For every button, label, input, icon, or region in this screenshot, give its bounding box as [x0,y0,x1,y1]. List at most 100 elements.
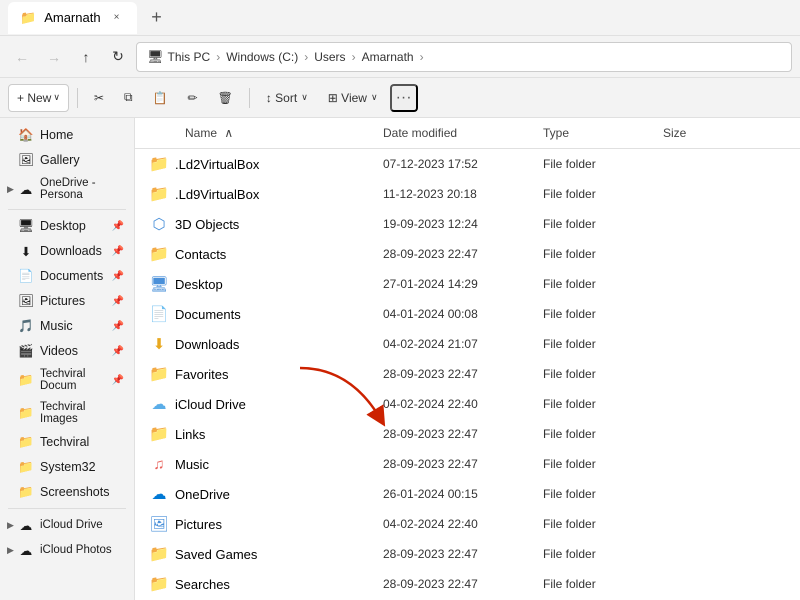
file-date: 28-09-2023 22:47 [375,424,535,444]
file-name-cell: ♫ Music [135,451,375,477]
table-row[interactable]: ☁ OneDrive 26-01-2024 00:15 File folder [135,479,800,509]
file-name: Saved Games [175,547,257,562]
sidebar-item-techviral-img[interactable]: 📁 Techviral Images [4,397,130,429]
file-date: 28-09-2023 22:47 [375,364,535,384]
file-icon: 📁 [149,184,169,204]
table-row[interactable]: 📁 .Ld2VirtualBox 07-12-2023 17:52 File f… [135,149,800,179]
pin-icon-downloads: 📌 [112,246,124,257]
table-row[interactable]: 📁 Saved Games 28-09-2023 22:47 File fold… [135,539,800,569]
desktop-icon: 🖥 [18,218,34,234]
tab[interactable]: 📁 Amarnath × [8,2,137,34]
file-type-icon: ☁ [152,395,167,413]
file-type-icon: ♫ [153,456,164,473]
icloud-drive-icon: ☁ [18,517,34,533]
sidebar-item-pictures[interactable]: 🖼 Pictures 📌 [4,289,130,313]
table-row[interactable]: 🖥 Desktop 27-01-2024 14:29 File folder [135,269,800,299]
file-size [655,371,735,377]
col-header-size[interactable]: Size [655,122,735,144]
screenshots-icon: 📁 [18,484,34,500]
table-row[interactable]: 📄 Documents 04-01-2024 00:08 File folder [135,299,800,329]
rename-button[interactable]: ✏ [180,84,206,112]
table-row[interactable]: ⬇ Downloads 04-02-2024 21:07 File folder [135,329,800,359]
sidebar-item-icloud-photos[interactable]: ▶ ☁ iCloud Photos [4,538,130,562]
system32-icon: 📁 [18,459,34,475]
sidebar-item-techviral-doc[interactable]: 📁 Techviral Docum 📌 [4,364,130,396]
file-date: 28-09-2023 22:47 [375,574,535,594]
col-header-date[interactable]: Date modified [375,122,535,144]
sidebar-item-icloud-drive[interactable]: ▶ ☁ iCloud Drive [4,513,130,537]
folder-icon: 📁 [149,574,169,594]
breadcrumb-sep3: › [352,50,356,64]
table-row[interactable]: 📁 Favorites 28-09-2023 22:47 File folder [135,359,800,389]
sidebar-label-techviral-img: Techviral Images [40,401,120,425]
sidebar-item-onedrive[interactable]: ▶ ☁ OneDrive - Persona [4,173,130,205]
folder-icon: 📁 [149,424,169,444]
delete-button[interactable]: 🗑 [210,84,241,112]
table-row[interactable]: 📁 Searches 28-09-2023 22:47 File folder [135,569,800,599]
copy-button[interactable]: ⧉ [116,84,141,112]
file-name-cell: 📁 Links [135,421,375,447]
file-size [655,491,735,497]
sidebar-item-documents[interactable]: 📄 Documents 📌 [4,264,130,288]
file-type-icon: 🖼 [149,515,168,533]
sidebar-item-home[interactable]: 🏠 Home [4,123,130,147]
sidebar-item-desktop[interactable]: 🖥 Desktop 📌 [4,214,130,238]
file-type: File folder [535,364,655,384]
table-row[interactable]: 📁 Links 28-09-2023 22:47 File folder [135,419,800,449]
sidebar-item-techviral[interactable]: 📁 Techviral [4,430,130,454]
folder-icon: 📁 [149,154,169,174]
table-row[interactable]: 🖼 Pictures 04-02-2024 22:40 File folder [135,509,800,539]
up-button[interactable]: ↑ [72,43,100,71]
file-size [655,311,735,317]
file-type: File folder [535,244,655,264]
file-header: Name ∧ Date modified Type Size [135,118,800,149]
table-row[interactable]: ☁ iCloud Drive 04-02-2024 22:40 File fol… [135,389,800,419]
sidebar-label-music: Music [40,319,73,333]
table-row[interactable]: ⬡ 3D Objects 19-09-2023 12:24 File folde… [135,209,800,239]
new-button[interactable]: + New ∨ [8,84,69,112]
sidebar-label-desktop: Desktop [40,219,86,233]
sidebar-item-downloads[interactable]: ⬇ Downloads 📌 [4,239,130,263]
expand-icon-icloud: ▶ [7,520,14,531]
sidebar-item-gallery[interactable]: 🖼 Gallery [4,148,130,172]
table-row[interactable]: 📁 .Ld9VirtualBox 11-12-2023 20:18 File f… [135,179,800,209]
file-date: 19-09-2023 12:24 [375,214,535,234]
back-button[interactable]: ← [8,43,36,71]
cut-button[interactable]: ✂ [86,84,112,112]
more-button[interactable]: ··· [390,84,418,112]
view-button[interactable]: ⊞ View ∨ [320,84,386,112]
table-row[interactable]: 📁 Contacts 28-09-2023 22:47 File folder [135,239,800,269]
techviral-doc-icon: 📁 [18,372,34,388]
forward-button[interactable]: → [40,43,68,71]
table-row[interactable]: ♫ Music 28-09-2023 22:47 File folder [135,449,800,479]
downloads-icon: ⬇ [18,243,34,259]
sidebar-item-system32[interactable]: 📁 System32 [4,455,130,479]
file-area-wrapper: Name ∧ Date modified Type Size 📁 .Ld2Vir… [135,118,800,600]
sort-button[interactable]: ↕ Sort ∨ [258,84,316,112]
file-size [655,251,735,257]
file-size [655,191,735,197]
file-name-cell: 📁 Searches [135,571,375,597]
col-header-name[interactable]: Name ∧ [135,122,375,144]
folder-icon: 📁 [149,184,169,204]
paste-button[interactable]: 📋 [145,84,176,112]
tab-close-button[interactable]: × [109,10,125,26]
col-header-type[interactable]: Type [535,122,655,144]
file-icon: 📁 [149,544,169,564]
sidebar: 🏠 Home 🖼 Gallery ▶ ☁ OneDrive - Persona … [0,118,135,600]
sidebar-item-screenshots[interactable]: 📁 Screenshots [4,480,130,504]
file-date: 07-12-2023 17:52 [375,154,535,174]
sidebar-label-documents: Documents [40,269,103,283]
breadcrumb-user: Amarnath [362,50,414,64]
file-type-icon: 🖥 [149,275,168,293]
address-bar[interactable]: 🖥 This PC › Windows (C:) › Users › Amarn… [136,42,792,72]
sidebar-label-techviral-doc: Techviral Docum [40,368,120,392]
sidebar-item-videos[interactable]: 🎬 Videos 📌 [4,339,130,363]
file-name-cell: 📁 .Ld2VirtualBox [135,151,375,177]
refresh-button[interactable]: ↻ [104,43,132,71]
tab-add-button[interactable]: + [141,2,173,34]
file-name-cell: ☁ iCloud Drive [135,391,375,417]
file-date: 11-12-2023 20:18 [375,184,535,204]
sidebar-item-music[interactable]: 🎵 Music 📌 [4,314,130,338]
folder-icon: 📁 [149,544,169,564]
